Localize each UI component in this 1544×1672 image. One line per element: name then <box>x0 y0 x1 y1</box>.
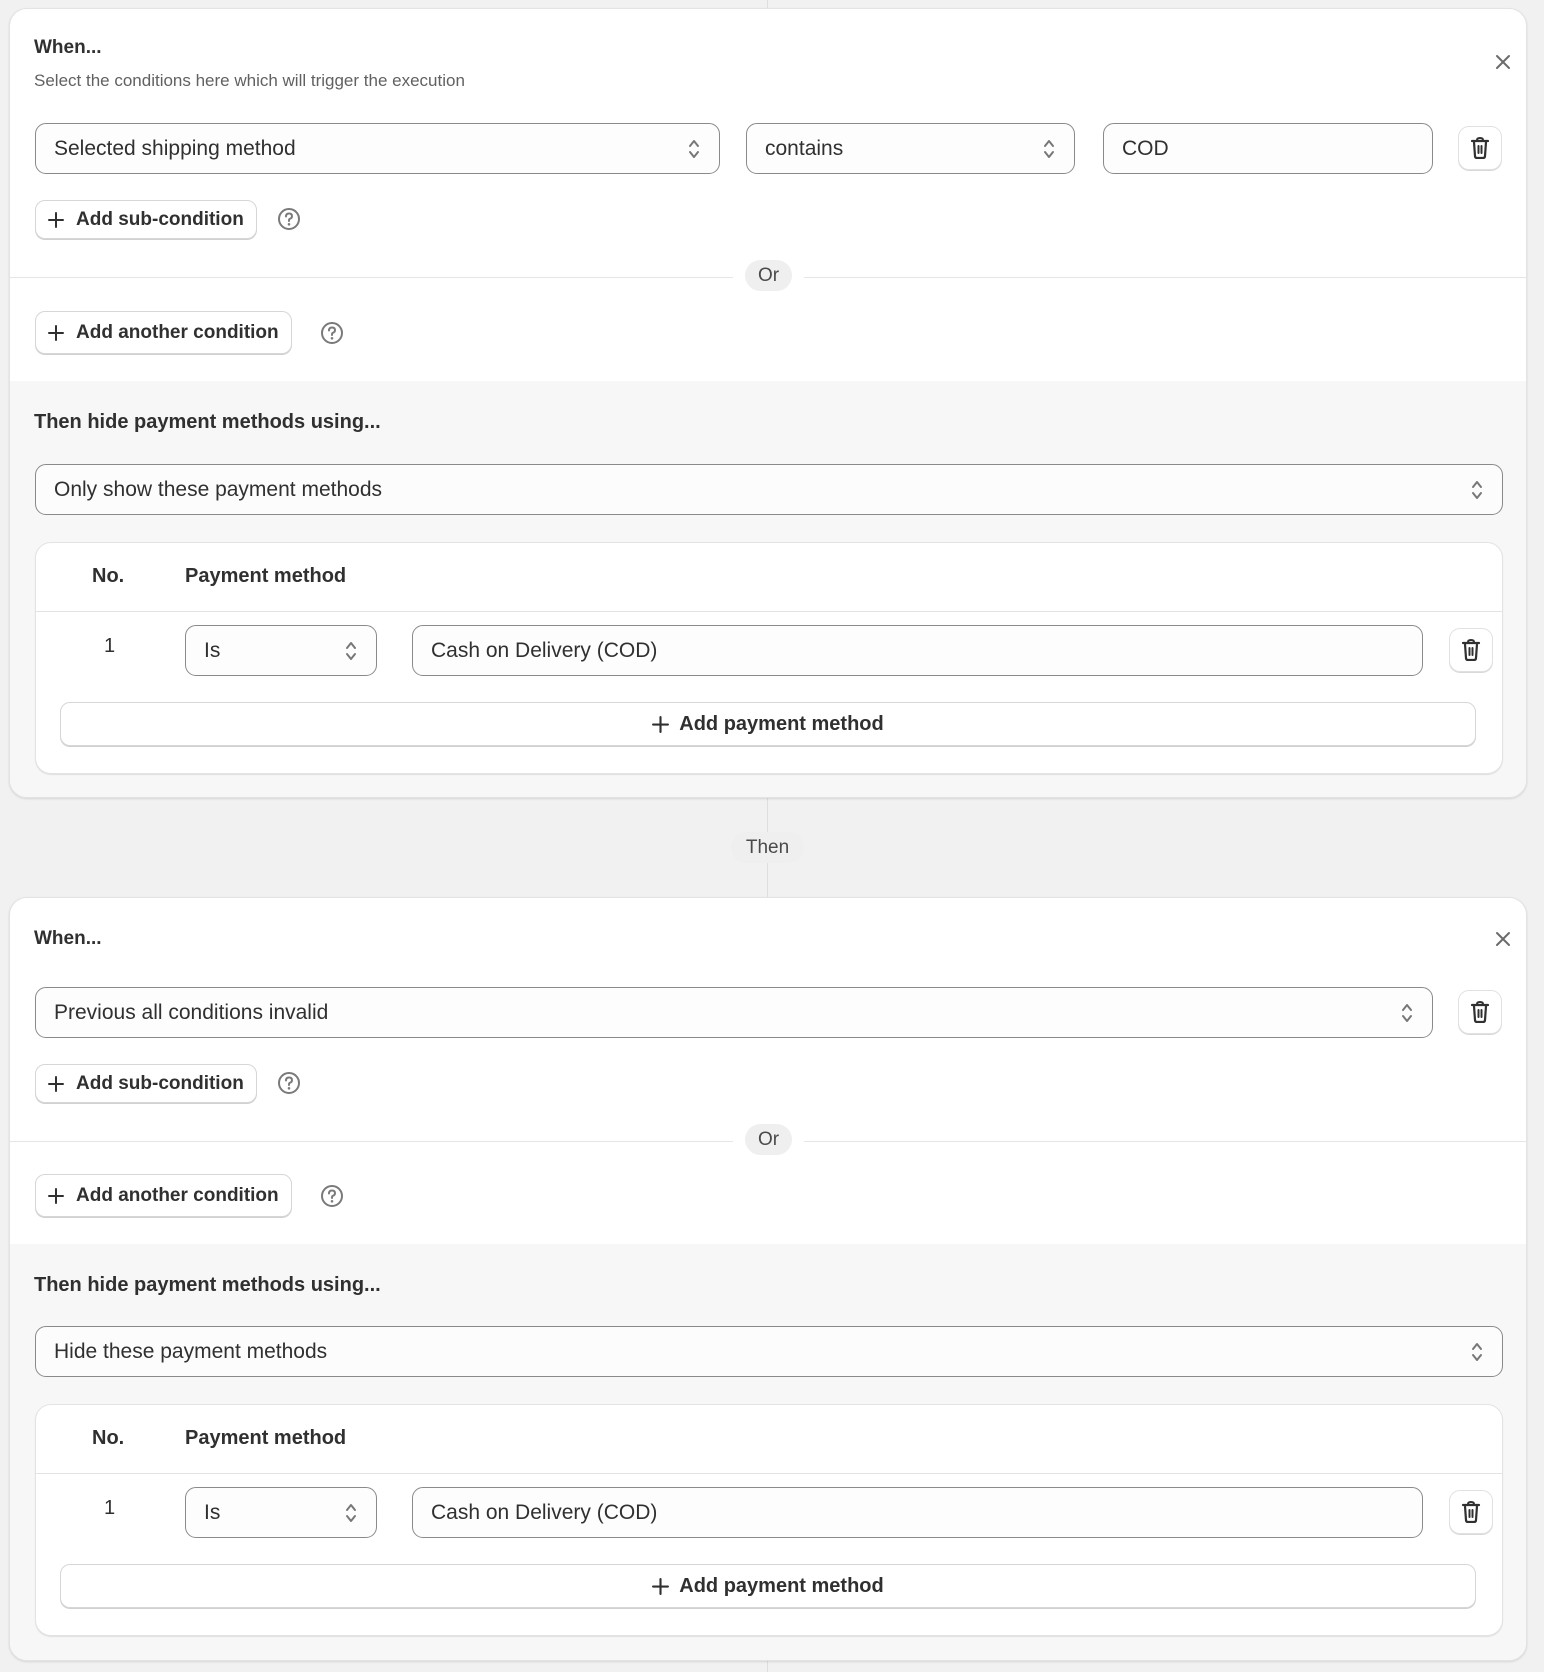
rule-card-1: When... Select the conditions here which… <box>9 8 1527 798</box>
action-heading: Then hide payment methods using... <box>34 411 381 433</box>
table-header-divider <box>36 611 1502 612</box>
action-section: Then hide payment methods using... Only … <box>10 381 1526 797</box>
question-circle-icon[interactable] <box>320 1184 344 1208</box>
add-payment-method-button[interactable]: Add payment method <box>60 702 1476 746</box>
when-heading: When... <box>34 37 102 58</box>
question-circle-icon[interactable] <box>277 1071 301 1095</box>
column-header-payment-method: Payment method <box>185 565 347 587</box>
select-chevron-icon <box>346 1503 356 1522</box>
close-rule-button[interactable] <box>1488 47 1518 77</box>
plus-icon <box>652 715 670 733</box>
action-section: Then hide payment methods using... Hide … <box>10 1244 1526 1660</box>
condition-value-text: COD <box>1122 136 1169 160</box>
row-operator-value: Is <box>204 638 221 662</box>
add-sub-condition-button[interactable]: Add sub-condition <box>35 1064 257 1103</box>
add-sub-condition-label: Add sub-condition <box>76 208 244 230</box>
flow-connector-bottom <box>767 1661 768 1672</box>
condition-field-value: Selected shipping method <box>54 136 296 160</box>
column-header-payment-method: Payment method <box>185 1427 347 1449</box>
add-payment-method-label: Add payment method <box>679 712 884 735</box>
then-connector-badge: Then <box>731 832 804 863</box>
column-header-no: No. <box>92 565 125 587</box>
trash-icon <box>1470 137 1490 159</box>
row-number: 1 <box>104 1497 116 1519</box>
select-chevron-icon <box>1472 480 1482 499</box>
trash-icon <box>1470 1001 1490 1023</box>
plus-icon <box>48 211 64 228</box>
add-another-condition-button[interactable]: Add another condition <box>35 311 292 354</box>
select-chevron-icon <box>1472 1342 1482 1361</box>
select-chevron-icon <box>1402 1003 1412 1022</box>
row-payment-method-value: Cash on Delivery (COD) <box>431 1500 658 1524</box>
close-icon <box>1496 932 1510 946</box>
add-another-condition-button[interactable]: Add another condition <box>35 1174 292 1217</box>
condition-operator-value: contains <box>765 136 844 160</box>
select-chevron-icon <box>346 641 356 660</box>
payment-method-table: No. Payment method 1 Is Cash on Delivery… <box>35 542 1503 774</box>
delete-payment-method-button[interactable] <box>1449 1490 1493 1534</box>
question-circle-icon[interactable] <box>320 321 344 345</box>
then-label: Then <box>745 836 790 858</box>
delete-condition-button[interactable] <box>1458 990 1502 1034</box>
select-chevron-icon <box>689 139 699 158</box>
row-operator-select[interactable]: Is <box>185 1487 377 1538</box>
table-header-divider <box>36 1473 1502 1474</box>
or-label: Or <box>757 1128 780 1150</box>
flow-connector-top <box>767 0 768 8</box>
close-rule-button[interactable] <box>1488 924 1518 954</box>
delete-payment-method-button[interactable] <box>1449 628 1493 672</box>
condition-field-select[interactable]: Selected shipping method <box>35 123 720 174</box>
select-chevron-icon <box>1044 139 1054 158</box>
condition-operator-select[interactable]: contains <box>746 123 1075 174</box>
delete-condition-button[interactable] <box>1458 126 1502 170</box>
action-mode-select[interactable]: Hide these payment methods <box>35 1326 1503 1377</box>
row-number: 1 <box>104 635 116 657</box>
row-payment-method-input[interactable]: Cash on Delivery (COD) <box>412 1487 1423 1538</box>
plus-icon <box>48 324 64 341</box>
row-operator-value: Is <box>204 1500 221 1524</box>
rule-card-2: When... Previous all conditions invalid … <box>9 897 1527 1661</box>
plus-icon <box>48 1187 64 1204</box>
add-payment-method-label: Add payment method <box>679 1574 884 1597</box>
add-payment-method-button[interactable]: Add payment method <box>60 1564 1476 1608</box>
close-icon <box>1496 55 1510 69</box>
action-mode-value: Only show these payment methods <box>54 477 383 501</box>
row-payment-method-value: Cash on Delivery (COD) <box>431 638 658 662</box>
trash-icon <box>1461 639 1481 661</box>
condition-value-input[interactable]: COD <box>1103 123 1433 174</box>
plus-icon <box>652 1577 670 1595</box>
action-mode-value: Hide these payment methods <box>54 1339 328 1363</box>
row-operator-select[interactable]: Is <box>185 625 377 676</box>
add-sub-condition-label: Add sub-condition <box>76 1072 244 1094</box>
action-heading: Then hide payment methods using... <box>34 1274 381 1296</box>
condition-field-select[interactable]: Previous all conditions invalid <box>35 987 1433 1038</box>
row-payment-method-input[interactable]: Cash on Delivery (COD) <box>412 625 1423 676</box>
or-badge: Or <box>745 1124 792 1155</box>
add-another-condition-label: Add another condition <box>76 321 279 343</box>
plus-icon <box>48 1075 64 1092</box>
column-header-no: No. <box>92 1427 125 1449</box>
or-badge: Or <box>745 260 792 291</box>
trash-icon <box>1461 1501 1481 1523</box>
payment-method-table: No. Payment method 1 Is Cash on Delivery… <box>35 1404 1503 1636</box>
add-sub-condition-button[interactable]: Add sub-condition <box>35 200 257 239</box>
add-another-condition-label: Add another condition <box>76 1184 279 1206</box>
condition-field-value: Previous all conditions invalid <box>54 1000 329 1024</box>
action-mode-select[interactable]: Only show these payment methods <box>35 464 1503 515</box>
when-heading: When... <box>34 928 102 949</box>
question-circle-icon[interactable] <box>277 207 301 231</box>
when-subtitle: Select the conditions here which will tr… <box>34 71 465 90</box>
or-label: Or <box>757 264 780 286</box>
